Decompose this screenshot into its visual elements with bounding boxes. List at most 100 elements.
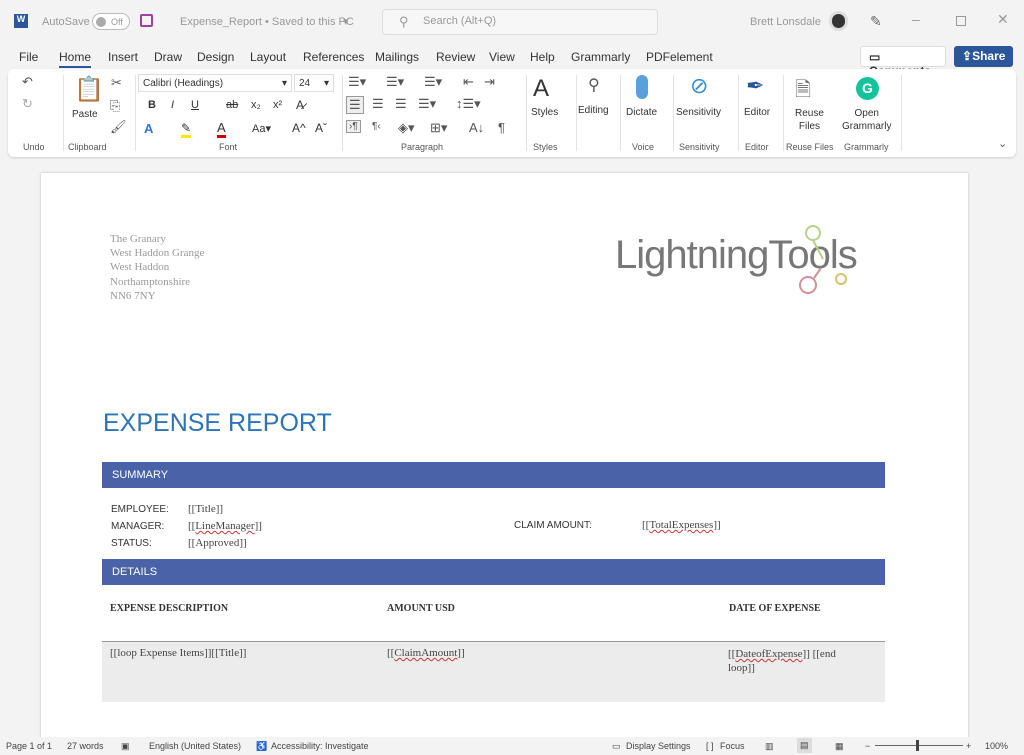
tab-draw[interactable]: Draw [154, 50, 182, 64]
editor-button[interactable]: Editor [744, 107, 770, 118]
line-spacing-icon[interactable]: ↕☰▾ [456, 96, 481, 112]
microphone-icon[interactable] [636, 75, 648, 99]
display-settings[interactable]: Display Settings [626, 741, 691, 751]
bullets-icon[interactable]: ☰▾ [348, 74, 366, 90]
avatar[interactable] [829, 11, 848, 31]
chevron-down-icon[interactable]: ▾ [343, 15, 349, 28]
sort-icon[interactable]: A↓ [469, 120, 484, 135]
clear-formatting-icon[interactable]: A̷ [296, 98, 304, 112]
sensitivity-icon[interactable]: ⊘ [690, 73, 708, 99]
document-page[interactable]: The Granary West Haddon Grange West Hadd… [41, 173, 968, 743]
subscript-icon[interactable]: x₂ [251, 99, 261, 111]
row-amount: [[ClaimAmount]] [387, 647, 465, 659]
styles-icon[interactable]: A [533, 75, 549, 103]
document-title[interactable]: Expense_Report • Saved to this PC [180, 16, 354, 28]
decrease-indent-icon[interactable]: ⇤ [463, 74, 474, 90]
shading-icon[interactable]: ◈▾ [398, 120, 415, 136]
rtl-icon[interactable]: ¶‹ [372, 121, 381, 132]
align-left-icon[interactable]: ☰ [346, 96, 364, 114]
zoom-out-icon[interactable]: − [865, 741, 870, 751]
tab-layout[interactable]: Layout [250, 50, 286, 64]
focus-button[interactable]: Focus [720, 741, 745, 751]
editing-button[interactable]: Editing [578, 105, 609, 116]
tab-view[interactable]: View [489, 50, 515, 64]
close-icon[interactable]: ✕ [997, 11, 1009, 28]
language[interactable]: English (United States) [149, 741, 241, 751]
superscript-icon[interactable]: x² [273, 99, 282, 111]
tab-home[interactable]: Home [59, 50, 92, 68]
change-case-icon[interactable]: Aa▾ [252, 122, 271, 135]
redo-icon[interactable]: ↻ [22, 96, 33, 112]
increase-indent-icon[interactable]: ⇥ [484, 74, 495, 90]
print-layout-icon[interactable]: ▤ [797, 738, 812, 753]
save-icon[interactable] [140, 14, 153, 27]
editor-icon[interactable]: ✒ [746, 73, 764, 99]
accessibility-status[interactable]: Accessibility: Investigate [271, 741, 369, 751]
minimize-icon[interactable]: – [912, 11, 920, 27]
ltr-icon[interactable]: ›¶ [346, 120, 361, 133]
tab-pdfelement[interactable]: PDFelement [646, 50, 713, 64]
tab-insert[interactable]: Insert [108, 50, 138, 64]
web-layout-icon[interactable]: ▦ [835, 741, 844, 752]
user-name[interactable]: Brett Lonsdale [750, 16, 821, 28]
font-size-select[interactable]: 24 ▾ [294, 74, 334, 92]
focus-icon[interactable]: [ ] [706, 741, 714, 751]
italic-icon[interactable]: I [171, 99, 174, 111]
multilevel-list-icon[interactable]: ☰▾ [424, 74, 442, 90]
text-effects-icon[interactable]: A [144, 121, 153, 136]
tab-review[interactable]: Review [436, 50, 475, 64]
collapse-ribbon-icon[interactable]: ⌄ [998, 137, 1007, 150]
align-right-icon[interactable]: ☰ [395, 96, 407, 112]
tab-design[interactable]: Design [197, 50, 234, 64]
reuse-files-button[interactable]: Reuse Files [795, 107, 824, 133]
maximize-icon[interactable] [956, 16, 966, 26]
page-count[interactable]: Page 1 of 1 [6, 741, 52, 751]
shrink-font-icon[interactable]: Aˇ [315, 121, 327, 135]
pen-icon[interactable]: ✎ [870, 13, 882, 30]
justify-icon[interactable]: ☰▾ [418, 96, 436, 112]
word-count[interactable]: 27 words [67, 741, 104, 751]
numbering-icon[interactable]: ☰▾ [386, 74, 404, 90]
paste-icon[interactable]: 📋 [74, 75, 104, 104]
reuse-files-icon[interactable]: 🗎 [795, 75, 811, 109]
find-icon[interactable]: ⚲ [588, 75, 600, 95]
sensitivity-button[interactable]: Sensitivity [676, 107, 721, 118]
accessibility-icon[interactable]: ♿ [256, 741, 267, 752]
tab-grammarly[interactable]: Grammarly [571, 50, 630, 64]
show-marks-icon[interactable]: ¶ [498, 120, 505, 135]
read-mode-icon[interactable]: ▥ [765, 741, 774, 752]
group-grammarly: Grammarly [844, 142, 889, 152]
align-center-icon[interactable]: ☰ [372, 96, 384, 112]
zoom-slider-thumb[interactable] [916, 740, 919, 751]
undo-icon[interactable]: ↶ [22, 74, 33, 90]
share-button[interactable]: ⇪Share [954, 46, 1013, 67]
font-color-icon[interactable]: A [217, 120, 226, 138]
cut-icon[interactable]: ✂ [111, 75, 122, 91]
paste-button[interactable]: Paste [72, 109, 98, 120]
tab-help[interactable]: Help [530, 50, 555, 64]
tab-mailings[interactable]: Mailings [375, 50, 419, 64]
search-box[interactable]: ⚲ Search (Alt+Q) [382, 9, 658, 35]
tab-file[interactable]: File [19, 50, 38, 64]
zoom-level[interactable]: 100% [985, 741, 1008, 751]
autosave-toggle[interactable]: Off [92, 13, 130, 30]
styles-button[interactable]: Styles [531, 107, 558, 118]
grammarly-icon[interactable]: G [856, 77, 879, 100]
highlight-icon[interactable]: ✎ [181, 121, 192, 138]
tab-references[interactable]: References [303, 50, 364, 64]
underline-icon[interactable]: U [191, 99, 199, 111]
grow-font-icon[interactable]: A^ [292, 121, 306, 135]
zoom-slider[interactable] [875, 745, 963, 746]
display-settings-icon[interactable]: ▭ [612, 741, 621, 752]
bold-icon[interactable]: B [148, 99, 156, 111]
copy-icon[interactable]: ⎘ [110, 98, 120, 114]
format-painter-icon[interactable]: 🖌 [110, 119, 127, 135]
dictate-button[interactable]: Dictate [626, 107, 657, 118]
proofing-icon[interactable]: ▣ [121, 741, 130, 752]
strikethrough-icon[interactable]: ab [226, 99, 238, 111]
borders-icon[interactable]: ⊞▾ [430, 120, 447, 136]
open-grammarly-button[interactable]: Open Grammarly [842, 107, 891, 133]
font-name-select[interactable]: Calibri (Headings) ▾ [138, 74, 292, 92]
zoom-in-icon[interactable]: + [966, 741, 971, 751]
comments-button[interactable]: ▭ Comments [860, 46, 946, 78]
